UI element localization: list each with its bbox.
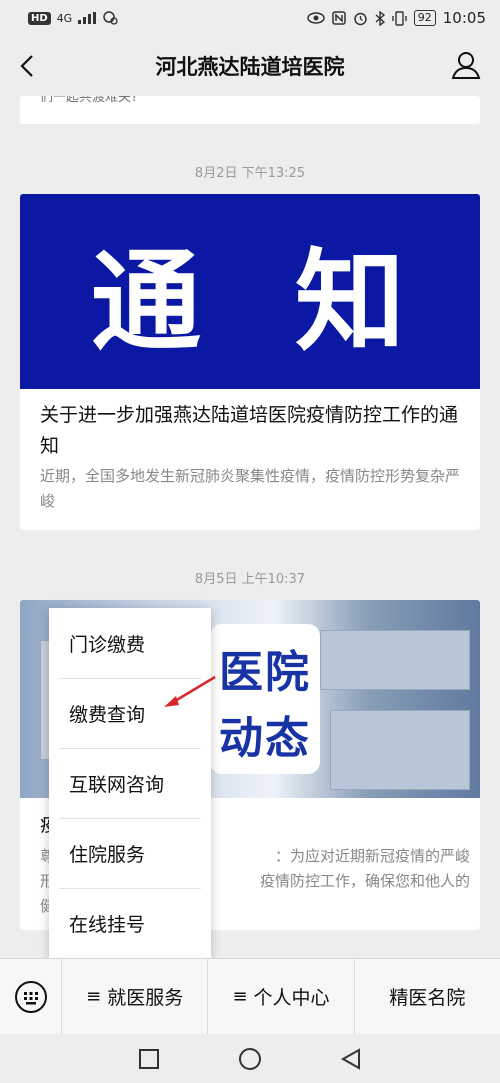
notice-banner-image: 通 知 [20,194,480,389]
message-time: 8月5日 上午10:37 [194,572,306,587]
battery-level: 92 [413,10,436,26]
menu-label: 精医名院 [389,987,466,1009]
banner-char: 知 [295,237,409,366]
status-bar: HD 4G 92 10:05 [0,0,500,36]
eye-icon [307,12,325,24]
message-card-previous[interactable]: 们一起共渡难关? [20,96,480,124]
hamburger-icon: ≡ [232,986,248,1007]
vibrate-icon [392,10,407,26]
submenu-item-online-consultation[interactable]: 互联网咨询 [49,748,211,818]
submenu-item-online-registration[interactable]: 在线挂号 [49,888,211,958]
summary-fragment: 疫情防控工作，确保您和他人的 [259,872,470,890]
annotation-arrow-icon [164,675,216,707]
article-title: 关于进一步加强燕达陆道培医院疫情防控工作的通知 [40,404,459,457]
user-profile-icon[interactable] [450,49,482,81]
back-arrow-icon[interactable] [14,51,44,81]
keyboard-icon [14,980,47,1013]
badge-line2: 动态 [219,713,311,764]
alarm-icon [354,12,367,25]
submenu-item-inpatient-service[interactable]: 住院服务 [49,818,211,888]
wechat-notify-icon [103,11,118,25]
submenu-popup: 门诊缴费 缴费查询 互联网咨询 住院服务 在线挂号 [49,608,211,958]
hospital-news-badge: 医院 动态 [210,624,320,774]
recent-apps-icon[interactable] [138,1048,160,1070]
article-summary: 近期，全国多地发生新冠肺炎聚集性疫情，疫情防控形势复杂严峻 [40,467,461,510]
banner-char: 通 [91,237,205,366]
hamburger-icon: ≡ [86,986,102,1007]
menu-medical-service[interactable]: ≡ 就医服务 [62,958,209,1035]
menu-label: 就医服务 [107,987,184,1009]
signal-icon [78,12,97,24]
message-time: 8月2日 下午13:25 [194,166,306,181]
page-title: 河北燕达陆道培医院 [155,55,345,79]
official-account-menu-bar: ≡ 就医服务 ≡ 个人中心 精医名院 [0,958,500,1035]
clock: 10:05 [442,9,486,27]
network-type: 4G [56,11,73,25]
menu-personal-center[interactable]: ≡ 个人中心 [208,958,355,1035]
submenu-item-outpatient-payment[interactable]: 门诊缴费 [49,608,211,678]
home-icon[interactable] [238,1047,262,1071]
previous-card-text: 们一起共渡难关? [40,96,138,105]
summary-fragment: ：为应对近期新冠疫情的严峻 [274,847,470,865]
nfc-icon [332,11,346,25]
bluetooth-icon [375,10,385,26]
hd-indicator: HD [28,11,51,25]
app-header: 河北燕达陆道培医院 [0,36,500,96]
menu-label: 个人中心 [253,987,330,1009]
article-card-notice[interactable]: 通 知 关于进一步加强燕达陆道培医院疫情防控工作的通知 近期，全国多地发生新冠肺… [20,194,480,530]
system-navigation-bar [0,1034,500,1083]
badge-line1: 医院 [219,647,311,698]
back-icon[interactable] [340,1047,362,1070]
menu-famous-hospital[interactable]: 精医名院 [355,959,500,1035]
keyboard-toggle[interactable] [0,958,62,1035]
